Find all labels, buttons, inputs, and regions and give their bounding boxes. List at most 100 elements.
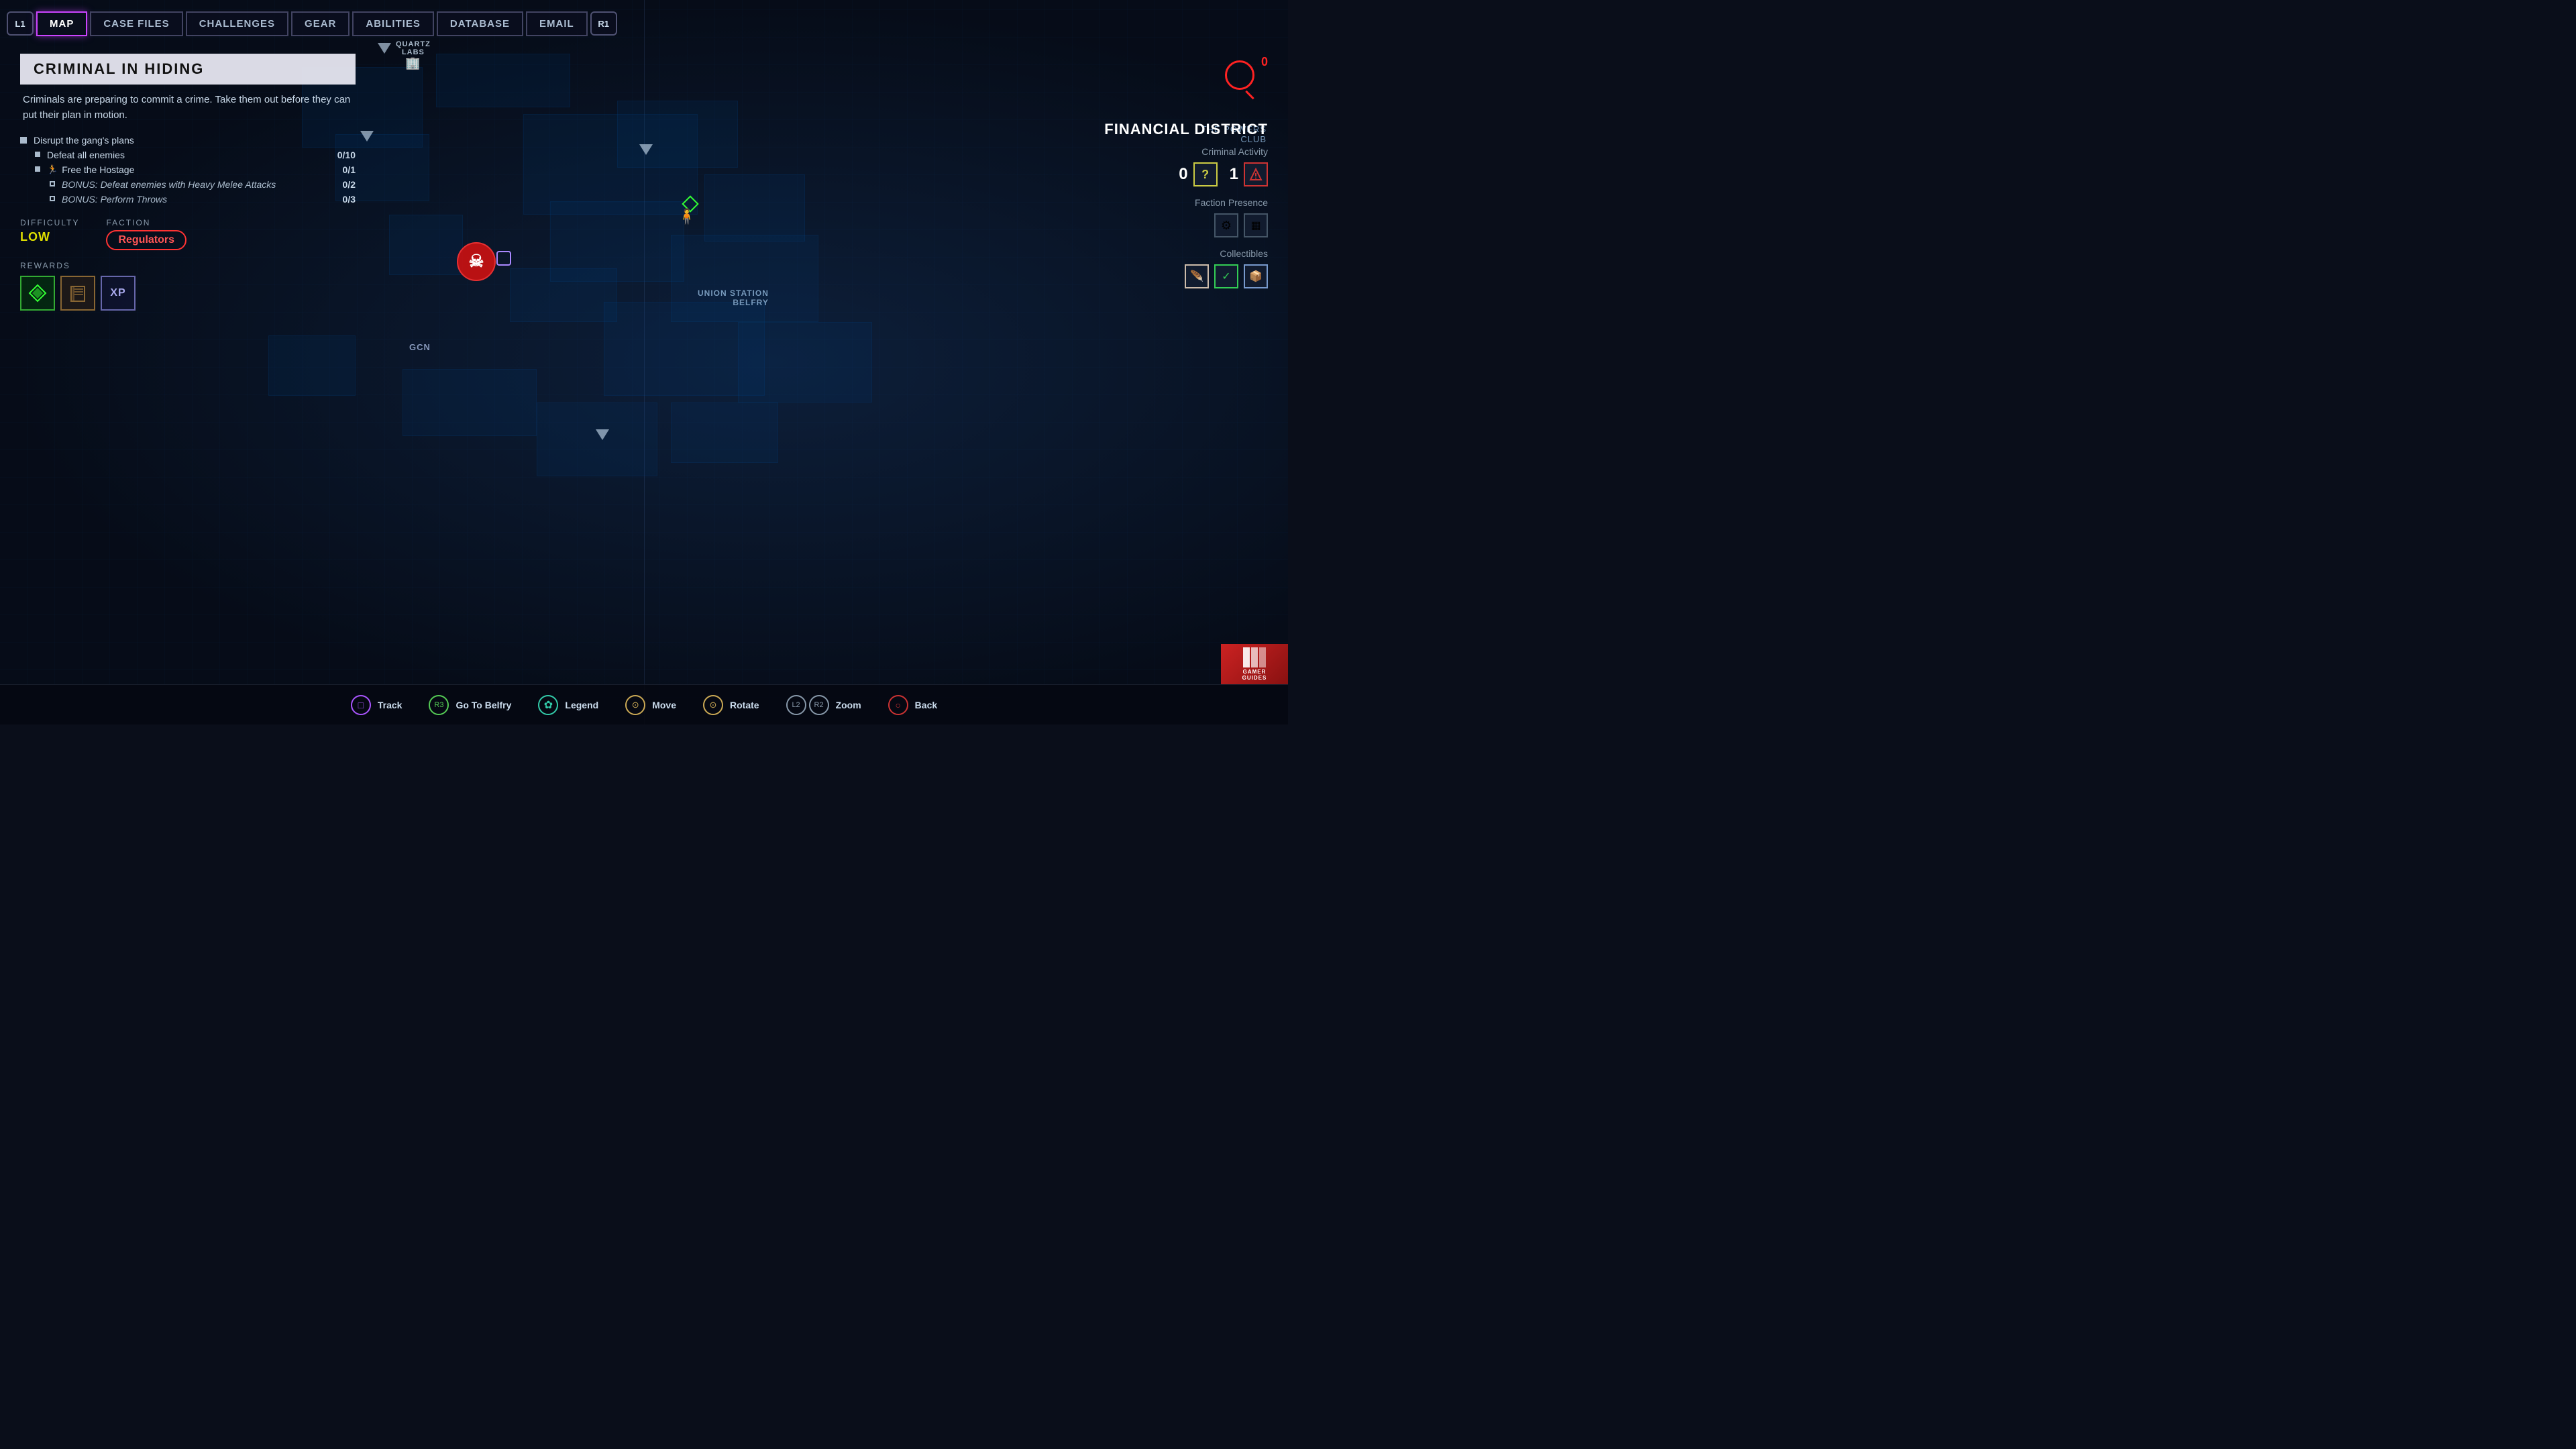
gamer-guides-logo: GAMER GUIDES [1221,644,1288,684]
search-count: 0 [1261,55,1268,69]
search-icon[interactable] [1225,60,1254,90]
zoom-button-pair: L2 R2 [786,695,829,715]
obj-text-3: Free the Hostage [62,164,134,175]
track-label: Track [378,700,402,710]
zoom-r2-icon[interactable]: R2 [809,695,829,715]
criminal-activity-section: Criminal Activity 0 ? 1 [1080,146,1268,186]
city-block [738,322,872,402]
criminal-activity-count: 0 [1179,165,1187,184]
reward-icon-xp: XP [101,276,136,311]
track-button-icon[interactable]: □ [351,695,371,715]
district-name: FINANCIAL DISTRICT [1080,121,1268,138]
obj-text-2: Defeat all enemies [47,150,125,160]
obj-count-bonus-1: 0/2 [329,179,356,190]
city-block [402,369,537,436]
criminal-activity-row: 0 ? 1 [1080,162,1268,186]
action-rotate[interactable]: ⊙ Rotate [703,695,759,715]
top-navigation: L1 MAP CASE FILES CHALLENGES GEAR ABILIT… [0,0,1288,47]
criminal-activity-unknown-icon: ? [1193,162,1218,186]
objective-bonus-2: BONUS: Perform Throws 0/3 [20,194,356,205]
obj-count-2: 0/10 [329,150,356,160]
action-go-to-belfry[interactable]: R3 Go To Belfry [429,695,511,715]
tab-email[interactable]: EMAIL [526,11,588,36]
nav-triangle [639,144,653,155]
tab-gear[interactable]: GEAR [291,11,350,36]
action-legend[interactable]: ✿ Legend [538,695,598,715]
mission-description: Criminals are preparing to commit a crim… [20,93,356,123]
city-block [704,174,805,241]
faction-presence-section: Faction Presence ⚙ ▦ [1080,197,1268,237]
rotate-button-icon[interactable]: ⊙ [703,695,723,715]
collectibles-section: Collectibles 🪶 ✓ 📦 [1080,248,1268,288]
reward-icon-book [60,276,95,311]
tab-abilities[interactable]: ABILITIES [352,11,434,36]
collectibles-row: 🪶 ✓ 📦 [1080,264,1268,288]
r1-button[interactable]: R1 [590,11,617,36]
tab-challenges[interactable]: CHALLENGES [186,11,288,36]
obj-count-bonus-2: 0/3 [329,194,356,205]
mission-title-box: CRIMINAL IN HIDING [20,54,356,85]
action-back[interactable]: ○ Back [888,695,937,715]
hostage-icon: 🏃 [47,164,58,175]
faction-presence-label: Faction Presence [1080,197,1268,208]
move-button-icon[interactable]: ⊙ [625,695,645,715]
rewards-label: Rewards [20,261,356,270]
obj-bullet-bonus-2 [50,196,55,201]
reward-icon-diamond [20,276,55,311]
obj-text-bonus-1: BONUS: Defeat enemies with Heavy Melee A… [62,179,276,190]
city-block [671,402,778,463]
npc-marker-person: 🧍 [678,208,696,225]
obj-bullet-3 [35,166,40,172]
nav-triangle [360,131,374,142]
city-block [268,335,356,396]
difficulty-value: LOW [20,230,79,244]
logo-text-2: GUIDES [1242,675,1267,681]
difficulty-label: DIFFICULTY [20,218,79,227]
city-block [436,54,570,107]
objective-marker-square [496,251,511,266]
mission-title: CRIMINAL IN HIDING [34,60,204,77]
action-move[interactable]: ⊙ Move [625,695,676,715]
obj-text-bonus-2: BONUS: Perform Throws [62,194,167,205]
criminal-activity-alert-icon [1244,162,1268,186]
mission-marker-skull[interactable]: ☠ [456,241,496,282]
belfry-label: Go To Belfry [455,700,511,710]
nav-triangle [596,429,609,440]
search-area[interactable]: 0 [1225,60,1254,93]
collectible-icon-3: 📦 [1244,264,1268,288]
back-button-icon[interactable]: ○ [888,695,908,715]
obj-count-3: 0/1 [329,164,356,175]
back-label: Back [915,700,937,710]
collectible-icon-1: 🪶 [1185,264,1209,288]
tab-database[interactable]: DATABASE [437,11,523,36]
zoom-l2-icon[interactable]: L2 [786,695,806,715]
gcn-label: GCN [409,342,431,352]
tab-case-files[interactable]: CASE FILES [90,11,182,36]
objective-3: 🏃 Free the Hostage 0/1 [20,164,356,175]
left-panel: CRIMINAL IN HIDING Criminals are prepari… [20,54,356,311]
faction-block: FACTION Regulators [106,218,186,250]
svg-text:☠: ☠ [468,251,484,271]
faction-presence-row: ⚙ ▦ [1080,213,1268,237]
faction-badge: Regulators [106,230,186,250]
objective-2: Defeat all enemies 0/10 [20,150,356,160]
reward-icons-row: XP [20,276,356,311]
action-zoom[interactable]: L2 R2 Zoom [786,695,861,715]
legend-button-icon[interactable]: ✿ [538,695,558,715]
criminal-activity-label: Criminal Activity [1080,146,1268,157]
legend-label: Legend [565,700,598,710]
obj-bullet-1 [20,137,27,144]
tab-map[interactable]: MAP [36,11,87,36]
move-label: Move [652,700,676,710]
obj-bullet-bonus-1 [50,181,55,186]
city-block [389,215,463,275]
belfry-button-icon[interactable]: R3 [429,695,449,715]
collectible-icon-2: ✓ [1214,264,1238,288]
difficulty-block: DIFFICULTY LOW [20,218,79,244]
city-block [617,101,738,168]
objective-1: Disrupt the gang's plans [20,135,356,146]
l1-button[interactable]: L1 [7,11,34,36]
rewards-block: Rewards XP [20,261,356,311]
action-track[interactable]: □ Track [351,695,402,715]
obj-text-1: Disrupt the gang's plans [34,135,134,146]
